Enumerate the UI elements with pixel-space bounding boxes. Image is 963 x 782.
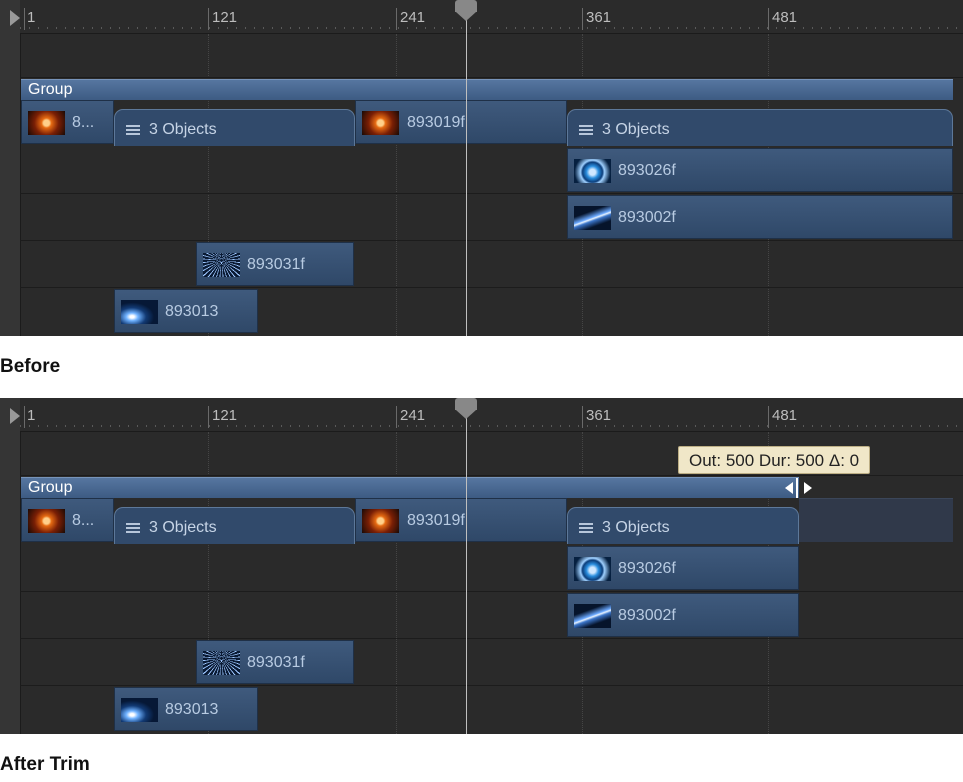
ruler-label-1: 1 [27,9,36,26]
ruler-label-481: 481 [772,9,798,26]
ruler-label-481: 481 [772,407,798,424]
group-layer-bar[interactable]: Group [21,79,953,100]
clip-bar[interactable]: 893019f [355,498,567,542]
clip-thumbnail [362,111,399,135]
clip-thumbnail [121,698,158,722]
menu-lines-icon [579,523,593,525]
clip-bar[interactable]: 8... [21,100,114,144]
objects-group-bar[interactable]: 3 Objects [114,507,355,544]
ruler-label-241: 241 [400,407,426,424]
caption-after: After Trim [0,754,90,775]
caption-before: Before [0,356,61,377]
objects-group-bar[interactable]: 3 Objects [567,109,953,146]
clip-thumbnail [203,253,240,277]
clip-thumbnail [574,159,611,183]
ruler-label-361: 361 [586,9,612,26]
time-ruler[interactable]: 1 121 241 361 481 [20,0,963,34]
clip-thumbnail [574,557,611,581]
timeline-before: 1 121 241 361 481 Group 8... 3 Objects 8… [0,0,963,336]
clip-label: 893026f [618,560,676,577]
trim-tooltip: Out: 500 Dur: 500 Δ: 0 [678,446,871,474]
clip-thumbnail [121,300,158,324]
play-start-icon[interactable] [10,408,20,424]
clip-bar[interactable]: 893013 [114,687,258,731]
playhead-icon[interactable] [455,398,477,419]
ruler-label-121: 121 [212,407,238,424]
track-header-strip [0,0,21,336]
menu-lines-icon [126,125,140,127]
trimmed-region [799,498,953,542]
clip-thumbnail [28,111,65,135]
objects-label: 3 Objects [149,519,217,536]
objects-group-bar[interactable]: 3 Objects [114,109,355,146]
ruler-label-241: 241 [400,9,426,26]
clip-label: 893013 [165,303,219,320]
clip-thumbnail [574,206,611,230]
clip-label: 893031f [247,654,305,671]
ruler-label-1: 1 [27,407,36,424]
group-layer-bar[interactable]: Group [21,477,799,498]
playhead-line[interactable] [466,0,467,336]
clip-thumbnail [574,604,611,628]
clip-label: 893002f [618,209,676,226]
track-header-strip [0,398,21,734]
playhead-icon[interactable] [455,0,477,21]
objects-label: 3 Objects [149,121,217,138]
time-ruler[interactable]: 1 121 241 361 481 [20,398,963,432]
clip-label: 893019f [407,512,465,529]
playhead-line[interactable] [466,398,467,734]
clip-bar[interactable]: 893019f [355,100,567,144]
play-start-icon[interactable] [10,10,20,26]
timeline-after: 1 121 241 361 481 Group 8... 3 Objects 8… [0,398,963,734]
clip-bar[interactable]: 893026f [567,546,799,590]
ruler-label-121: 121 [212,9,238,26]
clip-label: 893031f [247,256,305,273]
objects-group-bar[interactable]: 3 Objects [567,507,799,544]
menu-lines-icon [126,523,140,525]
clip-label: 893026f [618,162,676,179]
trim-cursor-icon [785,478,813,498]
clip-label: 893013 [165,701,219,718]
clip-thumbnail [362,509,399,533]
clip-bar[interactable]: 893031f [196,242,354,286]
clip-thumbnail [203,651,240,675]
clip-bar[interactable]: 893002f [567,593,799,637]
clip-label: 893002f [618,607,676,624]
clip-bar[interactable]: 893031f [196,640,354,684]
clip-bar[interactable]: 893002f [567,195,953,239]
menu-lines-icon [579,125,593,127]
ruler-label-361: 361 [586,407,612,424]
clip-thumbnail [28,509,65,533]
clip-label: 893019f [407,114,465,131]
clip-bar[interactable]: 893026f [567,148,953,192]
clip-bar[interactable]: 8... [21,498,114,542]
objects-label: 3 Objects [602,121,670,138]
clip-label: 8... [72,114,95,131]
clip-bar[interactable]: 893013 [114,289,258,333]
clip-label: 8... [72,512,95,529]
objects-label: 3 Objects [602,519,670,536]
